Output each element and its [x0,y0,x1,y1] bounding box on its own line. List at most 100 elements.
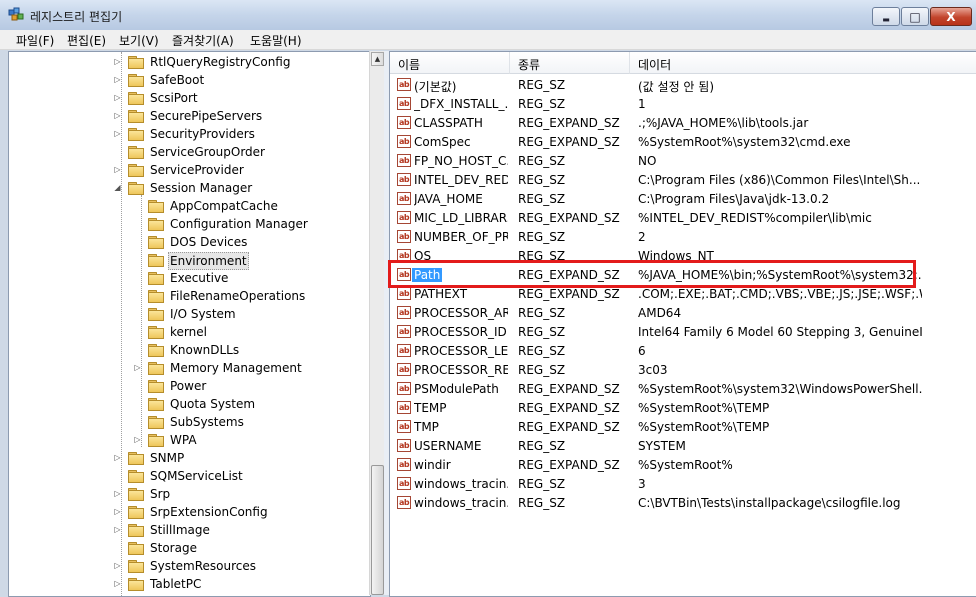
value-data: 3c03 [638,363,668,377]
value-name: windows_tracin... [414,496,508,510]
value-name: windows_tracin... [414,477,508,491]
tree-item[interactable]: ▷ Srp [9,485,370,503]
table-row[interactable]: ab windir REG_EXPAND_SZ %SystemRoot% [390,456,976,475]
table-row[interactable]: ab MIC_LD_LIBRAR... REG_EXPAND_SZ %INTEL_DE… [390,209,976,228]
tree-item[interactable]: ServiceGroupOrder [9,143,370,161]
table-row[interactable]: ab PROCESSOR_ID... REG_SZ Intel64 Family 6 … [390,323,976,342]
expand-arrow-icon[interactable]: ▷ [113,525,122,534]
menu-favorites[interactable]: 즐겨찾기(A) [172,32,234,49]
value-data: 3 [638,477,646,491]
tree-item[interactable]: I/O System [9,305,370,323]
table-row[interactable]: abPROCESSOR_AR... REG_SZ AMD64 [390,304,976,323]
menu-file[interactable]: 파일(F) [16,32,54,49]
table-row[interactable]: ab PATHEXT REG_EXPAND_SZ .COM;.EXE;.BAT;.CM… [390,285,976,304]
expand-arrow-icon[interactable]: ▷ [113,129,122,138]
folder-icon [128,127,144,141]
close-button[interactable]: X [930,7,972,26]
table-row[interactable]: ab (기본값) REG_SZ (값 설정 안 됨) [390,76,976,95]
table-row[interactable]: ab OS REG_SZ Windows_NT [390,247,976,266]
expand-arrow-icon[interactable]: ▷ [113,93,122,102]
tree-item[interactable]: ▷ SystemResources [9,557,370,575]
table-row[interactable]: ab ComSpec REG_EXPAND_SZ %SystemRoot%\syste… [390,133,976,152]
value-name: windir [414,458,451,472]
tree-item[interactable]: ▷ ServiceProvider [9,161,370,179]
tree-item[interactable]: ▷ SafeBoot [9,71,370,89]
tree-item[interactable]: FileRenameOperations [9,287,370,305]
tree-item[interactable]: Configuration Manager [9,215,370,233]
tree-item[interactable]: AppCompatCache [9,197,370,215]
column-header-type[interactable]: 종류 [510,52,630,74]
minimize-button[interactable]: ▬ [872,7,900,26]
expand-arrow-icon[interactable]: ▷ [113,75,122,84]
scroll-up-button[interactable]: ▲ [371,52,384,66]
tree-scrollbar[interactable]: ▲ [369,51,385,595]
expand-arrow-icon[interactable]: ▷ [133,363,142,372]
tree-item[interactable]: ▷ WPA [9,431,370,449]
table-row[interactable]: ab windows_tracin... REG_SZ C:\BVTBin\Tests… [390,494,976,513]
folder-icon [148,433,164,447]
expand-arrow-icon[interactable]: ▷ [133,435,142,444]
table-row[interactable]: ab TMP REG_EXPAND_SZ %SystemRoot%\TEMP [390,418,976,437]
close-icon: X [946,10,956,24]
expand-arrow-icon[interactable]: ▷ [113,489,122,498]
tree-item[interactable]: ▷ TabletPC [9,575,370,593]
tree-item[interactable]: SubSystems [9,413,370,431]
tree-item[interactable]: ▷ ScsiPort [9,89,370,107]
tree-item[interactable]: Storage [9,539,370,557]
expand-arrow-icon[interactable]: ▷ [113,507,122,516]
tree-item[interactable]: ▷ SNMP [9,449,370,467]
tree-item[interactable]: ▷ RtlQueryRegistryConfig [9,53,370,71]
registry-tree[interactable]: ▷ RtlQueryRegistryConfig ▷ SafeBoot ▷ ScsiPor… [8,51,371,597]
menu-edit[interactable]: 편집(E) [67,32,106,49]
tree-item[interactable]: KnownDLLs [9,341,370,359]
tree-item[interactable]: Power [9,377,370,395]
table-row[interactable]: ab USERNAME REG_SZ SYSTEM [390,437,976,456]
expand-arrow-icon[interactable]: ▷ [113,111,122,120]
table-row[interactable]: ab windows_tracin... REG_SZ 3 [390,475,976,494]
value-name: PROCESSOR_AR... [414,306,508,320]
expand-arrow-icon[interactable]: ▷ [113,57,122,66]
tree-item[interactable]: Environment [9,251,370,270]
tree-item[interactable]: SQMServiceList [9,467,370,485]
tree-item[interactable]: Executive [9,269,370,287]
tree-item[interactable]: DOS Devices [9,233,370,251]
maximize-icon: □ [909,10,921,24]
value-data: SYSTEM [638,439,686,453]
table-row[interactable]: abPROCESSOR_LE... REG_SZ 6 [390,342,976,361]
values-list[interactable]: 이름 종류 데이터 ab (기본값) REG_SZ (값 설정 안 됨) ab _DFX_… [389,51,976,597]
table-row[interactable]: ab PSModulePath REG_EXPAND_SZ %SystemRoot%\… [390,380,976,399]
table-row[interactable]: abNUMBER_OF_PR... REG_SZ 2 [390,228,976,247]
expand-arrow-icon[interactable]: ▷ [113,165,122,174]
expand-arrow-icon[interactable]: ▷ [113,579,122,588]
tree-item[interactable]: Quota System [9,395,370,413]
expand-arrow-icon[interactable]: ◢ [113,183,122,192]
string-value-icon-text: ab [397,230,411,243]
tree-item[interactable]: ◢ Session Manager [9,179,370,197]
menu-help[interactable]: 도움말(H) [250,32,302,49]
table-row[interactable]: ab _DFX_INSTALL_... REG_SZ 1 [390,95,976,114]
table-row[interactable]: abINTEL_DEV_RED... REG_SZ C:\Program Files… [390,171,976,190]
tree-item[interactable]: ▷ SecurePipeServers [9,107,370,125]
tree-item[interactable]: ▷ SecurityProviders [9,125,370,143]
table-row[interactable]: ab Path REG_EXPAND_SZ %JAVA_HOME%\bin;%Syst… [390,266,976,285]
string-value-icon: ab [397,192,413,206]
tree-item[interactable]: ▷ Memory Management [9,359,370,377]
column-header-data[interactable]: 데이터 [630,52,976,74]
scroll-thumb[interactable] [371,465,384,595]
tree-item[interactable]: kernel [9,323,370,341]
table-row[interactable]: ab JAVA_HOME REG_SZ C:\Program Files\Java\j… [390,190,976,209]
table-row[interactable]: ab FP_NO_HOST_C... REG_SZ NO [390,152,976,171]
tree-item[interactable]: ▷ SrpExtensionConfig [9,503,370,521]
maximize-button[interactable]: □ [901,7,929,26]
string-value-icon-text: ab [397,116,411,129]
table-row[interactable]: abPROCESSOR_RE... REG_SZ 3c03 [390,361,976,380]
column-header-name[interactable]: 이름 [390,52,510,74]
table-row[interactable]: ab TEMP REG_EXPAND_SZ %SystemRoot%\TEMP [390,399,976,418]
expand-arrow-icon[interactable]: ▷ [113,453,122,462]
menu-view[interactable]: 보기(V) [119,32,159,49]
expand-arrow-icon[interactable]: ▷ [113,561,122,570]
table-row[interactable]: ab CLASSPATH REG_EXPAND_SZ .;%JAVA_HOME%\li… [390,114,976,133]
value-name: INTEL_DEV_RED... [414,173,508,187]
tree-item[interactable]: ▷ StillImage [9,521,370,539]
